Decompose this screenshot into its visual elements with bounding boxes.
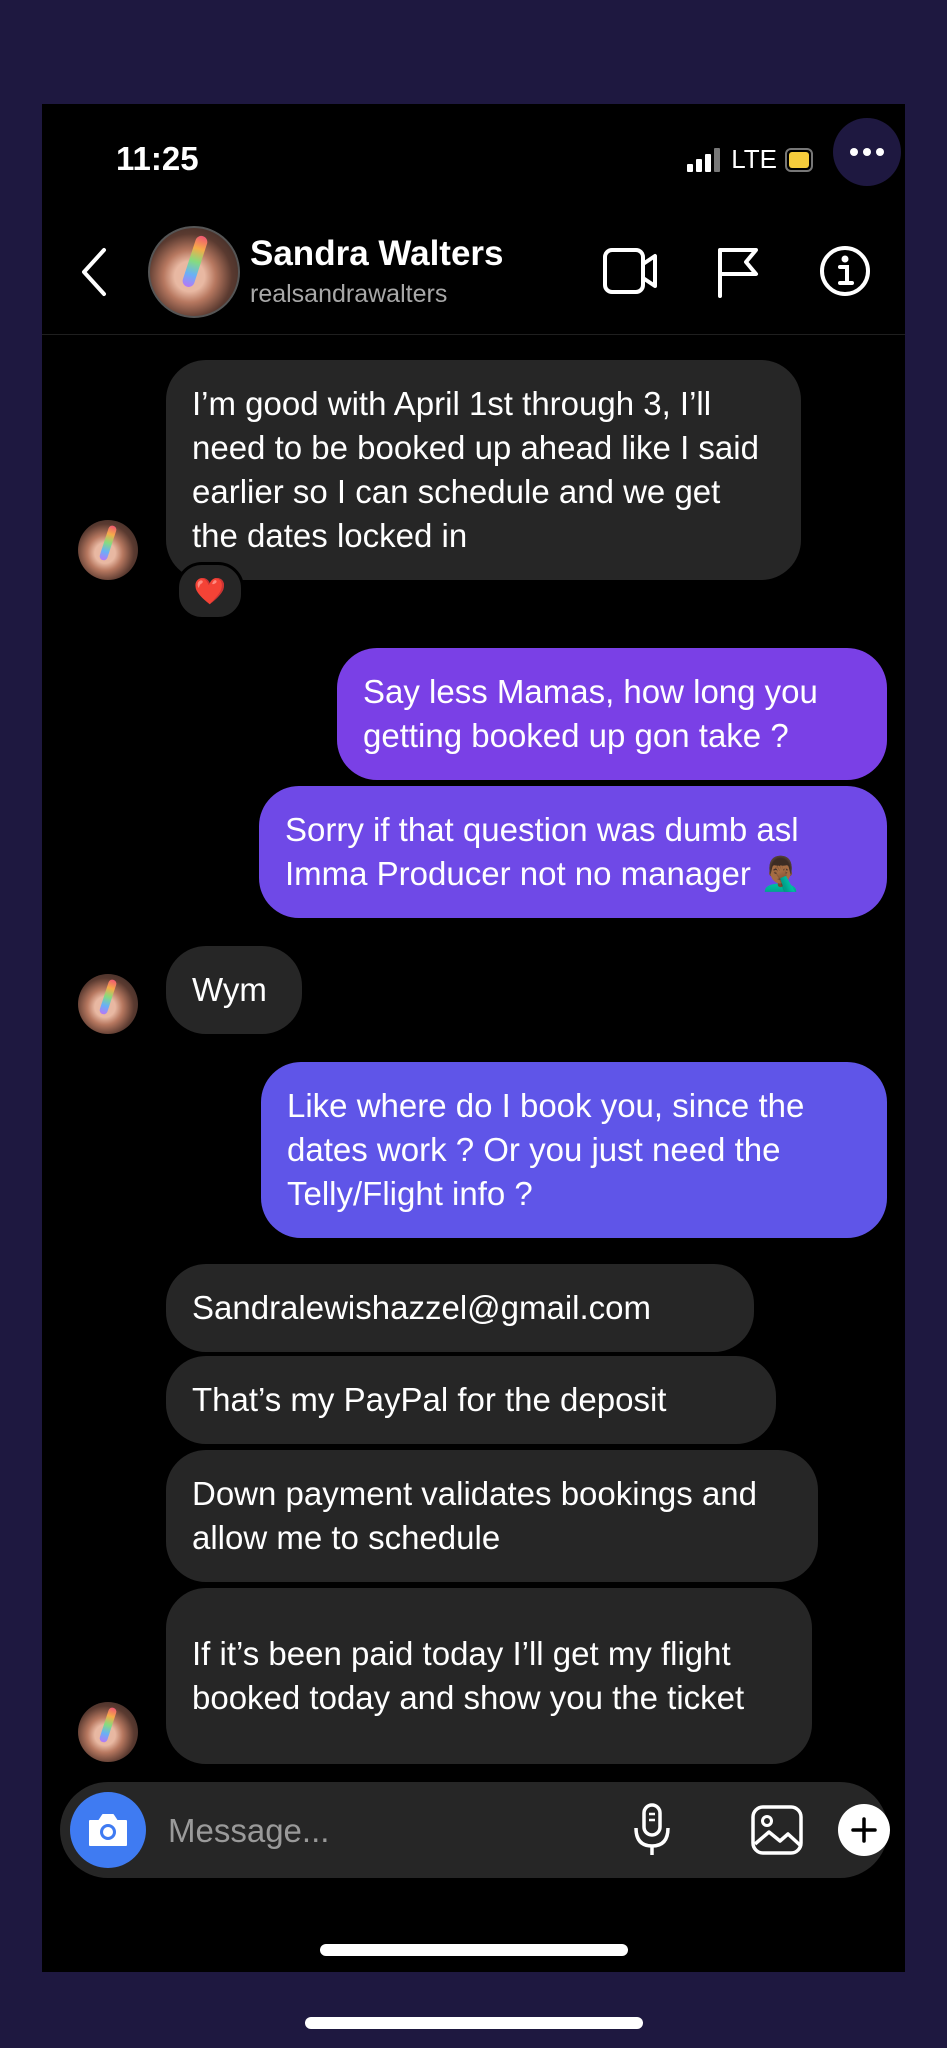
message-text: I’m good with April 1st through 3, I’ll … [192, 385, 759, 554]
contact-name[interactable]: Sandra Walters [250, 234, 504, 274]
video-call-icon[interactable] [602, 244, 660, 298]
incoming-message[interactable]: Down payment validates bookings and allo… [166, 1450, 818, 1582]
gallery-icon[interactable] [750, 1804, 804, 1856]
status-icons: LTE [687, 144, 815, 175]
incoming-message[interactable]: If it’s been paid today I’ll get my flig… [166, 1588, 812, 1764]
sender-avatar [78, 1702, 138, 1762]
status-time: 11:25 [116, 140, 199, 177]
message-text: Say less Mamas, how long you getting boo… [363, 673, 818, 754]
message-text: Down payment validates bookings and allo… [192, 1475, 758, 1556]
message-text: Sorry if that question was dumb asl Imma… [285, 811, 802, 892]
contact-handle[interactable]: realsandrawalters [250, 280, 447, 309]
network-label: LTE [731, 144, 777, 174]
message-text: If it’s been paid today I’ll get my flig… [192, 1635, 745, 1716]
contact-avatar[interactable] [148, 226, 240, 318]
message-composer [60, 1782, 890, 1878]
outgoing-message[interactable]: Like where do I book you, since the date… [261, 1062, 887, 1238]
flag-icon[interactable] [714, 244, 762, 298]
sender-avatar [78, 974, 138, 1034]
back-icon[interactable] [78, 246, 112, 298]
camera-button[interactable] [70, 1792, 146, 1868]
incoming-message[interactable]: Wym [166, 946, 302, 1034]
message-text: Wym [192, 971, 267, 1008]
message-input[interactable] [166, 1800, 590, 1862]
battery-icon [785, 147, 813, 172]
outgoing-message[interactable]: Say less Mamas, how long you getting boo… [337, 648, 887, 780]
add-button[interactable] [838, 1804, 890, 1856]
signal-icon [687, 147, 721, 172]
more-icon [850, 148, 884, 156]
more-overlay-button[interactable] [833, 118, 901, 186]
info-icon[interactable] [818, 244, 872, 298]
home-indicator[interactable] [320, 1944, 628, 1956]
message-text: Sandralewishazzel@gmail.com [192, 1289, 652, 1326]
message-text: That’s my PayPal for the deposit [192, 1381, 667, 1418]
outgoing-message[interactable]: Sorry if that question was dumb asl Imma… [259, 786, 887, 918]
camera-icon [89, 1814, 127, 1846]
plus-icon [851, 1817, 877, 1843]
incoming-message[interactable]: That’s my PayPal for the deposit [166, 1356, 776, 1444]
microphone-icon[interactable] [632, 1802, 672, 1858]
phone-screen: 11:25 LTE Sandra Walters realsandrawalte… [42, 104, 905, 1972]
message-text: Like where do I book you, since the date… [287, 1087, 805, 1212]
incoming-message[interactable]: I’m good with April 1st through 3, I’ll … [166, 360, 801, 580]
heart-reaction: ❤️ [193, 575, 227, 606]
outer-home-indicator[interactable] [305, 2017, 643, 2029]
message-reaction[interactable]: ❤️ [176, 562, 244, 620]
incoming-message[interactable]: Sandralewishazzel@gmail.com [166, 1264, 754, 1352]
sender-avatar [78, 520, 138, 580]
